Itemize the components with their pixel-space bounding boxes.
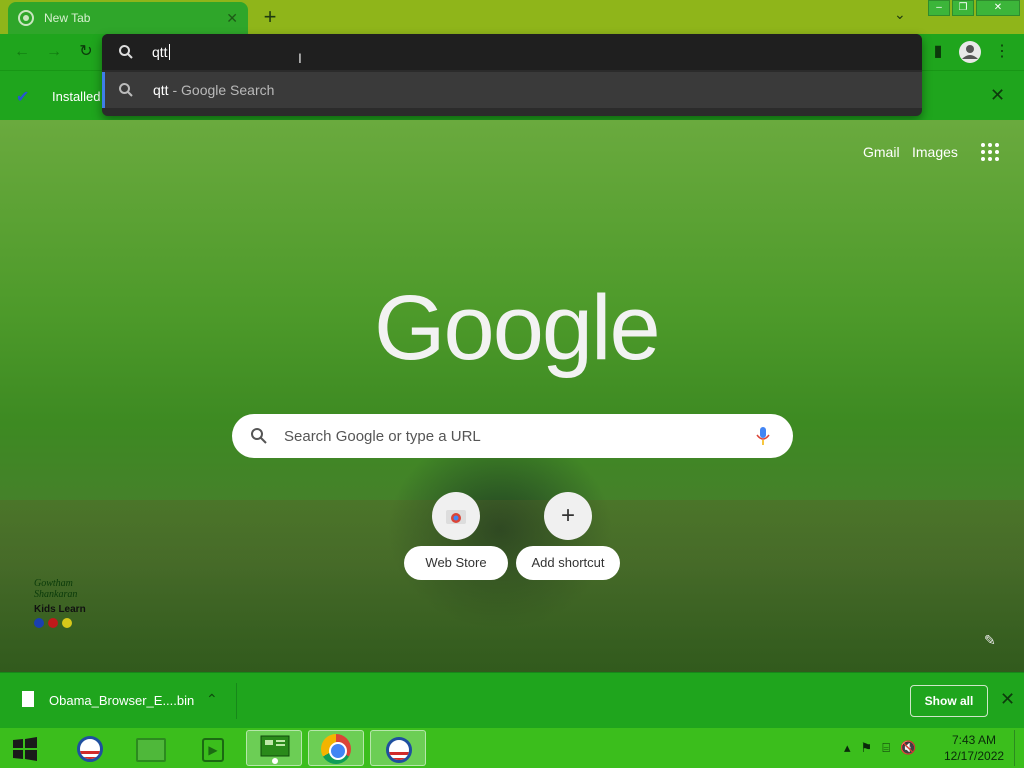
tab-new-tab[interactable]: New Tab ✕ — [8, 2, 248, 34]
tab-strip: New Tab ✕ + ⌄ – ❐ ✕ — [0, 0, 1024, 34]
search-icon — [119, 45, 133, 59]
avatar-icon — [959, 41, 981, 63]
watermark-dots — [34, 618, 104, 630]
new-tab-button[interactable]: + — [258, 4, 282, 30]
show-desktop-button[interactable] — [1014, 730, 1022, 766]
google-logo: Google — [374, 277, 661, 379]
taskbar-file-explorer[interactable] — [122, 730, 178, 766]
side-panel-button[interactable]: ▮ — [926, 40, 950, 64]
taskbar-obama-browser-2[interactable] — [370, 730, 426, 766]
volume-muted-icon[interactable]: 🔇 — [900, 740, 916, 756]
obama-logo-icon — [386, 737, 412, 763]
network-icon[interactable]: ⌸ — [882, 740, 890, 756]
web-store-label[interactable]: Web Store — [404, 546, 508, 580]
dot-yellow — [62, 618, 72, 628]
reload-button[interactable]: ↻ — [76, 42, 96, 62]
customize-pencil-icon[interactable]: ✎ — [984, 632, 996, 649]
system-tray: ▴ ⚑ ⌸ 🔇 — [844, 740, 916, 756]
suggestion-suffix: - Google Search — [168, 82, 275, 98]
suggestion-text: qtt - Google Search — [153, 82, 274, 98]
taskbar-media-player[interactable]: ▶ — [184, 730, 240, 766]
microphone-icon[interactable] — [756, 426, 770, 446]
web-store-icon — [446, 510, 466, 524]
file-icon — [22, 691, 34, 707]
flag-icon[interactable]: ⚑ — [861, 740, 873, 756]
maximize-button[interactable]: ❐ — [952, 0, 974, 16]
gmail-link[interactable]: Gmail — [863, 144, 900, 160]
dot-blue — [34, 618, 44, 628]
tab-title: New Tab — [44, 11, 91, 25]
info-bar-close-button[interactable]: ✕ — [990, 85, 1005, 106]
web-store-shortcut[interactable] — [432, 492, 480, 540]
obama-logo-icon — [77, 736, 103, 762]
back-button[interactable]: ← — [12, 42, 32, 62]
search-icon — [119, 83, 133, 97]
clock[interactable]: 7:43 AM 12/17/2022 — [944, 732, 1004, 764]
close-shelf-button[interactable]: ✕ — [1000, 689, 1015, 710]
plus-icon: + — [560, 502, 575, 529]
taskbar: ▶ ▴ ⚑ ⌸ 🔇 7:43 AM 12/17/2022 — [0, 728, 1024, 768]
tray-arrow-icon[interactable]: ▴ — [844, 740, 851, 756]
ntp-search-box[interactable]: Search Google or type a URL — [232, 414, 793, 458]
watermark-kids-learn: Kids Learn — [34, 604, 86, 615]
forward-button[interactable]: → — [44, 42, 64, 62]
omnibox-dropdown: qtt I qtt - Google Search — [102, 34, 922, 116]
download-file-name[interactable]: Obama_Browser_E....bin — [49, 693, 194, 708]
show-all-button[interactable]: Show all — [910, 685, 988, 717]
chevron-down-icon[interactable]: ⌄ — [894, 6, 906, 23]
taskbar-obama-browser[interactable] — [62, 730, 118, 766]
window-controls: – ❐ ✕ — [928, 0, 1020, 16]
close-icon[interactable]: ✕ — [226, 10, 238, 27]
menu-button[interactable]: ⋮ — [990, 40, 1014, 64]
taskbar-app-active[interactable] — [246, 730, 302, 766]
add-shortcut-button[interactable]: + — [544, 492, 592, 540]
background-grass — [0, 500, 1024, 672]
omnibox-suggestion[interactable]: qtt - Google Search — [102, 72, 922, 108]
window-close-button[interactable]: ✕ — [976, 0, 1020, 16]
watermark-name-1: Gowtham — [34, 578, 73, 589]
chrome-icon — [18, 10, 34, 26]
ibeam-cursor-icon: I — [298, 50, 302, 66]
check-icon: ✔ — [16, 89, 30, 106]
presentation-icon — [260, 735, 290, 764]
new-tab-page-background — [0, 120, 1024, 672]
search-placeholder: Search Google or type a URL — [284, 428, 481, 445]
add-shortcut-label[interactable]: Add shortcut — [516, 546, 620, 580]
text-caret — [169, 44, 170, 60]
clock-time: 7:43 AM — [951, 733, 997, 747]
suggestion-query: qtt — [153, 82, 169, 98]
info-bar-label: Installed — [52, 89, 101, 104]
profile-button[interactable] — [958, 40, 982, 64]
divider — [236, 683, 237, 719]
images-link[interactable]: Images — [912, 144, 958, 160]
taskbar-chrome[interactable] — [308, 730, 364, 766]
omnibox-query: qtt — [152, 44, 168, 60]
clock-date: 12/17/2022 — [944, 749, 1005, 763]
folder-icon — [136, 738, 166, 762]
chrome-icon — [321, 734, 351, 764]
media-player-icon: ▶ — [202, 738, 224, 762]
apps-grid-icon[interactable] — [980, 142, 1000, 162]
omnibox-input[interactable]: qtt I — [102, 34, 922, 70]
dot-red — [48, 618, 58, 628]
watermark-name-2: Shankaran — [34, 589, 78, 600]
minimize-button[interactable]: – — [928, 0, 950, 16]
download-shelf: Obama_Browser_E....bin ⌃ Show all ✕ — [0, 672, 1024, 728]
start-button[interactable] — [10, 736, 40, 762]
watermark-logo: Gowtham Shankaran Kids Learn — [34, 578, 104, 630]
chevron-up-icon[interactable]: ⌃ — [206, 691, 218, 708]
search-icon — [251, 428, 267, 444]
